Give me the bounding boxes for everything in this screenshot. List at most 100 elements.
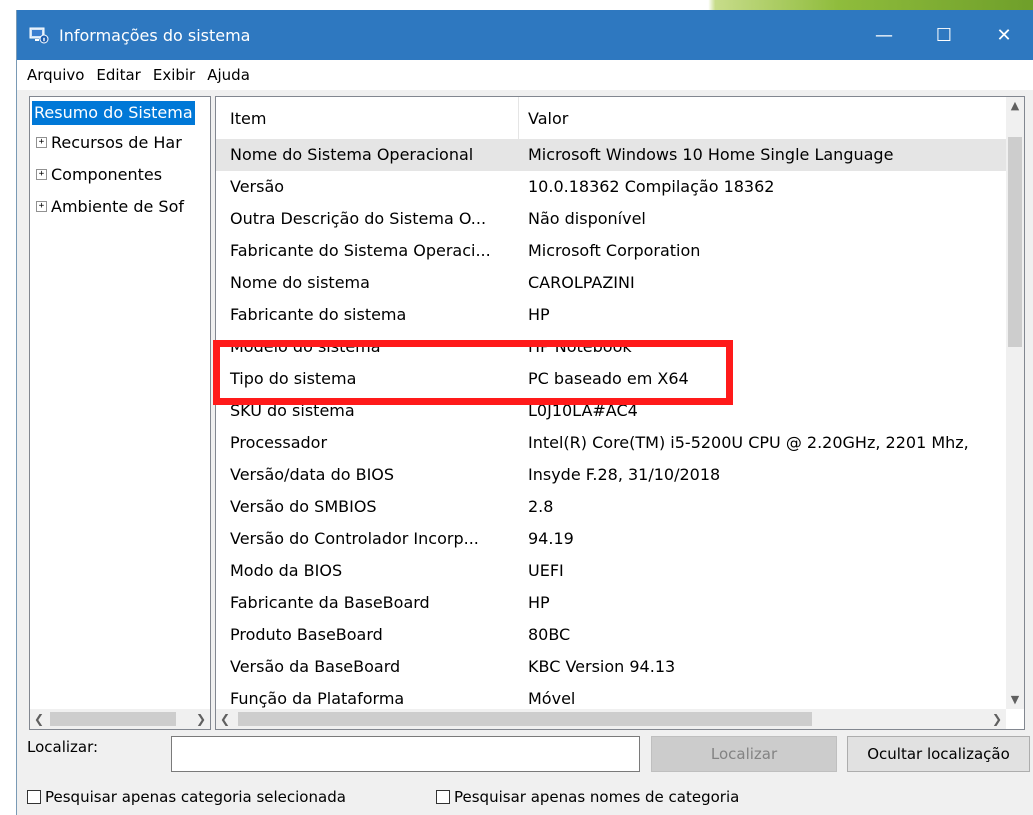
highlight-annotation	[213, 340, 733, 405]
cell-value: Intel(R) Core(TM) i5-5200U CPU @ 2.20GHz…	[528, 433, 969, 452]
cell-item: Versão da BaseBoard	[230, 657, 401, 676]
tree-item-software-environment[interactable]: + Ambiente de Sof	[36, 193, 184, 219]
table-row[interactable]: Versão do SMBIOS 2.8	[216, 491, 1006, 523]
cell-item: Produto BaseBoard	[230, 625, 383, 644]
tree-item-hardware-resources[interactable]: + Recursos de Har	[36, 129, 182, 155]
cell-value: 80BC	[528, 625, 571, 644]
list-header: Item Valor	[216, 97, 1006, 140]
cell-value: Microsoft Windows 10 Home Single Languag…	[528, 145, 894, 164]
table-row[interactable]: Fabricante do Sistema Operaci... Microsof…	[216, 235, 1006, 267]
cell-value: 10.0.18362 Compilação 18362	[528, 177, 775, 196]
cell-item: Versão/data do BIOS	[230, 465, 395, 484]
table-row[interactable]: Nome do Sistema Operacional Microsoft Win…	[216, 139, 1006, 171]
table-row[interactable]: Função da Plataforma Móvel	[216, 683, 1006, 709]
checkbox-label: Pesquisar apenas categoria selecionada	[45, 788, 346, 806]
table-row[interactable]: Modo da BIOS UEFI	[216, 555, 1006, 587]
search-selected-category-checkbox[interactable]: Pesquisar apenas categoria selecionada	[27, 788, 346, 806]
cell-value: Insyde F.28, 31/10/2018	[528, 465, 721, 484]
cell-value: Microsoft Corporation	[528, 241, 701, 260]
table-row[interactable]: Processador Intel(R) Core(TM) i5-5200U CP…	[216, 427, 1006, 459]
minimize-icon: —	[875, 24, 893, 46]
maximize-button[interactable]: ☐	[914, 10, 974, 60]
cell-item: Fabricante da BaseBoard	[230, 593, 430, 612]
cell-item: Fabricante do sistema	[230, 305, 407, 324]
table-row[interactable]: Versão do Controlador Incorp... 94.19	[216, 523, 1006, 555]
desktop-background	[0, 0, 16, 815]
scrollbar-thumb[interactable]	[238, 712, 812, 726]
scroll-left-icon[interactable]: ❮	[216, 709, 234, 729]
category-tree[interactable]: Resumo do Sistema + Recursos de Har + Co…	[29, 96, 211, 730]
table-row[interactable]: Outra Descrição do Sistema O... Não dispo…	[216, 203, 1006, 235]
column-header-item[interactable]: Item	[216, 97, 519, 139]
system-information-icon	[29, 27, 49, 44]
scroll-right-icon[interactable]: ❯	[988, 709, 1006, 729]
cell-value: UEFI	[528, 561, 564, 580]
table-row[interactable]: Produto BaseBoard 80BC	[216, 619, 1006, 651]
column-header-value[interactable]: Valor	[519, 97, 568, 139]
tree-item-label: Componentes	[51, 164, 163, 184]
scroll-up-icon[interactable]: ▲	[1006, 97, 1024, 115]
cell-value: CAROLPAZINI	[528, 273, 635, 292]
menu-editar[interactable]: Editar	[90, 66, 146, 84]
cell-item: Processador	[230, 433, 328, 452]
window-title: Informações do sistema	[59, 25, 251, 45]
hide-find-button[interactable]: Ocultar localização	[847, 736, 1030, 772]
vertical-scrollbar[interactable]: ▲ ▼	[1006, 97, 1024, 709]
close-icon: ✕	[996, 24, 1012, 46]
expand-icon[interactable]: +	[36, 200, 47, 212]
find-input[interactable]	[171, 736, 640, 772]
table-row[interactable]: Versão 10.0.18362 Compilação 18362	[216, 171, 1006, 203]
maximize-icon: ☐	[935, 24, 953, 46]
find-button[interactable]: Localizar	[651, 736, 837, 772]
cell-item: Modo da BIOS	[230, 561, 343, 580]
expand-icon[interactable]: +	[36, 136, 47, 148]
horizontal-scrollbar[interactable]: ❮ ❯	[216, 709, 1006, 729]
cell-item: Função da Plataforma	[230, 689, 405, 708]
menu-ajuda[interactable]: Ajuda	[201, 66, 256, 84]
menu-arquivo[interactable]: Arquivo	[17, 66, 90, 84]
cell-item: Nome do sistema	[230, 273, 370, 292]
tree-item-label: Ambiente de Sof	[51, 196, 184, 216]
scroll-right-icon[interactable]: ❯	[192, 709, 210, 729]
menu-exibir[interactable]: Exibir	[147, 66, 201, 84]
cell-item: Versão do SMBIOS	[230, 497, 377, 516]
cell-item: Fabricante do Sistema Operaci...	[230, 241, 491, 260]
scroll-left-icon[interactable]: ❮	[30, 709, 48, 729]
tree-item-components[interactable]: + Componentes	[36, 161, 162, 187]
cell-item: Versão do Controlador Incorp...	[230, 529, 479, 548]
scroll-down-icon[interactable]: ▼	[1006, 691, 1024, 709]
menu-bar: Arquivo Editar Exibir Ajuda	[17, 60, 1033, 90]
title-bar[interactable]: Informações do sistema — ☐ ✕	[17, 10, 1033, 60]
cell-value: HP	[528, 305, 550, 324]
cell-value: KBC Version 94.13	[528, 657, 676, 676]
checkbox-icon[interactable]	[27, 790, 41, 804]
checkbox-icon[interactable]	[436, 790, 450, 804]
details-list[interactable]: Item Valor Nome do Sistema Operacional Mi…	[215, 96, 1025, 730]
cell-value: 94.19	[528, 529, 574, 548]
tree-item-system-summary[interactable]: Resumo do Sistema	[32, 101, 195, 125]
scrollbar-thumb[interactable]	[50, 712, 176, 726]
cell-value: Móvel	[528, 689, 576, 708]
cell-item: Nome do Sistema Operacional	[230, 145, 474, 164]
minimize-button[interactable]: —	[854, 10, 914, 60]
table-row[interactable]: Fabricante do sistema HP	[216, 299, 1006, 331]
checkbox-label: Pesquisar apenas nomes de categoria	[454, 788, 740, 806]
cell-value: 2.8	[528, 497, 554, 516]
search-category-names-checkbox[interactable]: Pesquisar apenas nomes de categoria	[436, 788, 739, 806]
expand-icon[interactable]: +	[36, 168, 47, 180]
system-information-window: Informações do sistema — ☐ ✕ Arquivo Edi…	[16, 10, 1033, 815]
cell-value: HP	[528, 593, 550, 612]
table-row[interactable]: Versão/data do BIOS Insyde F.28, 31/10/20…	[216, 459, 1006, 491]
tree-item-label: Recursos de Har	[51, 132, 182, 152]
find-label: Localizar:	[27, 738, 99, 756]
table-row[interactable]: Versão da BaseBoard KBC Version 94.13	[216, 651, 1006, 683]
cell-item: Outra Descrição do Sistema O...	[230, 209, 487, 228]
scrollbar-thumb[interactable]	[1008, 137, 1022, 347]
table-row[interactable]: Fabricante da BaseBoard HP	[216, 587, 1006, 619]
close-button[interactable]: ✕	[974, 10, 1033, 60]
cell-value: Não disponível	[528, 209, 646, 228]
list-rows: Nome do Sistema Operacional Microsoft Win…	[216, 139, 1006, 709]
table-row[interactable]: Nome do sistema CAROLPAZINI	[216, 267, 1006, 299]
cell-item: Versão	[230, 177, 285, 196]
tree-horizontal-scrollbar[interactable]: ❮ ❯	[30, 709, 210, 729]
